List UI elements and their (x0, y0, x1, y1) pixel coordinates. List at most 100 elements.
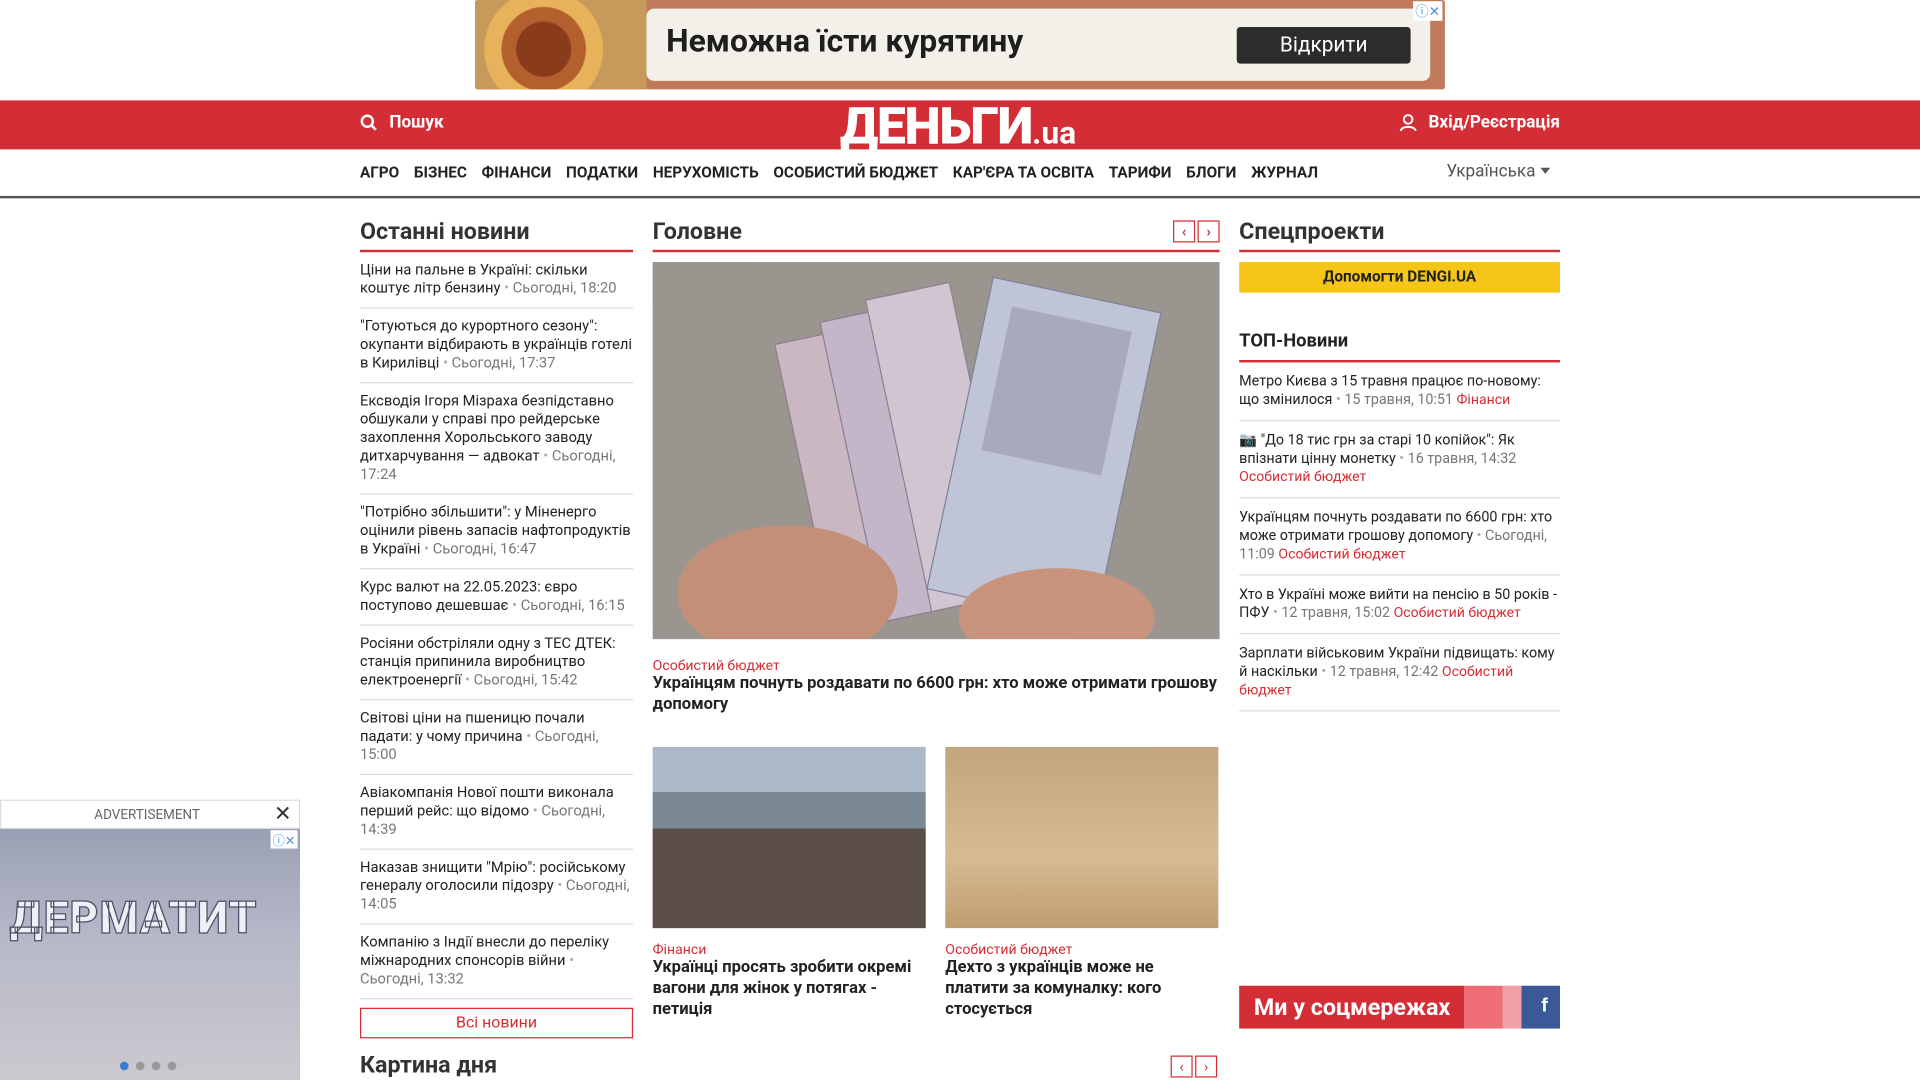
top-news-category[interactable]: Особистий бюджет (1239, 468, 1366, 485)
logo-suffix: .ua (1032, 115, 1077, 152)
news-item[interactable]: Наказав знищити "Мрію": російському гене… (360, 850, 634, 925)
news-card-headline[interactable]: Українці просять зробити окремі вагони д… (653, 958, 926, 1020)
hero-category[interactable]: Особистий бюджет (653, 656, 1220, 673)
top-news-time: 12 травня, 15:02 (1273, 604, 1390, 621)
language-select[interactable]: Українська (1446, 162, 1550, 182)
news-card-category[interactable]: Фінанси (653, 940, 926, 957)
news-time: Сьогодні, 15:42 (465, 671, 577, 688)
news-card[interactable]: Фінанси Українці просять зробити окремі … (652, 746, 926, 1020)
ad-title: Неможна їсти курятину (666, 23, 1024, 61)
news-time: Сьогодні, 17:37 (443, 354, 555, 371)
top-news-title: ТОП-Новини (1239, 329, 1561, 363)
main-news-header: Головне ‹ › (652, 216, 1220, 253)
logo-main: ДЕНЬГИ (840, 96, 1033, 157)
top-banner-ad[interactable]: Неможна їсти курятину Відкрити ⓘ✕ (475, 0, 1445, 90)
nav-item-business[interactable]: БІЗНЕС (414, 164, 467, 182)
search-button[interactable]: Пошук (360, 112, 444, 133)
top-news-time: 16 травня, 14:32 (1399, 449, 1516, 466)
user-icon (1399, 113, 1416, 131)
top-news-item[interactable]: Зарплати військовим України підвищать: к… (1239, 634, 1561, 712)
ad-food-image (475, 0, 647, 90)
nav-item-journal[interactable]: ЖУРНАЛ (1251, 164, 1318, 182)
facebook-icon[interactable]: f (1541, 996, 1548, 1018)
ad-body[interactable]: ⓘ✕ ДЕРМАТИТ (0, 828, 301, 1080)
ad-label: ADVERTISEMENT (94, 806, 201, 823)
top-news-time: 15 травня, 10:51 (1336, 391, 1453, 408)
camera-icon: 📷 (1239, 431, 1258, 449)
top-news-time: 12 травня, 12:42 (1321, 662, 1438, 679)
news-time: Сьогодні, 16:47 (424, 540, 536, 557)
main-nav: АГРО БІЗНЕС ФІНАНСИ ПОДАТКИ НЕРУХОМІСТЬ … (0, 149, 1920, 199)
chevron-left-icon[interactable]: ‹ (1173, 220, 1196, 243)
news-item[interactable]: Світові ціни на пшеницю почали падати: у… (360, 700, 634, 776)
hero-headline[interactable]: Українцям почнуть роздавати по 6600 грн:… (653, 673, 1220, 715)
ad-info-icon[interactable]: ⓘ✕ (270, 830, 298, 849)
banknotes-illustration (652, 262, 1220, 640)
right-column: Спецпроекти Допомогти DENGI.UA ТОП-Новин… (1239, 217, 1561, 712)
special-projects-title: Спецпроекти (1239, 217, 1561, 253)
main-news-title: Головне (652, 216, 742, 245)
ad-word: ДЕРМАТИТ (9, 892, 258, 945)
social-banner[interactable]: Ми у соцмережах f (1239, 985, 1561, 1029)
main-carousel-arrows: ‹ › (1173, 220, 1220, 243)
news-item[interactable]: Курс валют на 22.05.2023: євро поступово… (360, 569, 634, 626)
beach-photo[interactable] (945, 746, 1219, 929)
nav-item-agro[interactable]: АГРО (360, 164, 399, 182)
picture-carousel-arrows: ‹ › (1170, 1055, 1218, 1078)
ad-close-icon[interactable]: ⓘ✕ (1412, 1, 1443, 21)
news-item[interactable]: "Потрібно збільшити": у Міненерго оцінил… (360, 495, 634, 570)
carousel-dot[interactable] (167, 1061, 177, 1071)
social-label: Ми у соцмережах (1253, 993, 1451, 1022)
chevron-right-icon[interactable]: › (1197, 220, 1220, 243)
close-icon[interactable]: ✕ (274, 802, 291, 826)
ad-card: Неможна їсти курятину Відкрити (646, 8, 1431, 81)
nav-item-tariffs[interactable]: ТАРИФИ (1109, 164, 1172, 182)
picture-of-day-title: Картина дня (360, 1050, 498, 1079)
news-item[interactable]: Ціни на пальне в Україні: скільки коштує… (360, 252, 634, 309)
news-item[interactable]: "Готуються до курортного сезону": окупан… (360, 309, 634, 384)
hero-image[interactable] (652, 262, 1220, 640)
side-ad[interactable]: ADVERTISEMENT ✕ ⓘ✕ ДЕРМАТИТ (0, 799, 301, 1080)
search-label: Пошук (389, 112, 444, 133)
top-news-category[interactable]: Особистий бюджет (1394, 604, 1521, 621)
news-card-category[interactable]: Особистий бюджет (945, 940, 1218, 957)
top-news-item[interactable]: 📷 "До 18 тис грн за старі 10 копійок": Я… (1239, 421, 1561, 499)
news-card-headline[interactable]: Дехто з українців може не платити за ком… (945, 958, 1218, 1020)
login-button[interactable]: Вхід/Реєстрація (1399, 112, 1561, 133)
carousel-dot[interactable] (151, 1061, 161, 1071)
news-time: Сьогодні, 16:15 (512, 596, 624, 613)
help-dengi-button[interactable]: Допомогти DENGI.UA (1239, 262, 1561, 293)
nav-item-blogs[interactable]: БЛОГИ (1186, 164, 1236, 182)
news-item[interactable]: Авіакомпанія Нової пошти виконала перший… (360, 775, 634, 850)
site-header: Пошук ДЕНЬГИ.ua Вхід/Реєстрація (0, 100, 1920, 154)
carousel-dot[interactable] (135, 1061, 145, 1071)
latest-news-title: Останні новини (360, 217, 634, 253)
search-icon (360, 114, 377, 131)
news-item[interactable]: Ексводія Ігоря Мізраха безпідставно обшу… (360, 383, 634, 495)
nav-list: АГРО БІЗНЕС ФІНАНСИ ПОДАТКИ НЕРУХОМІСТЬ … (360, 164, 1318, 182)
login-label: Вхід/Реєстрація (1428, 112, 1561, 133)
news-item[interactable]: Компанію з Індії внесли до переліку міжн… (360, 924, 634, 1000)
top-news-item[interactable]: Українцям почнуть роздавати по 6600 грн:… (1239, 498, 1561, 576)
chevron-right-icon[interactable]: › (1195, 1055, 1218, 1078)
nav-item-personal-budget[interactable]: ОСОБИСТИЙ БЮДЖЕТ (773, 164, 938, 182)
top-news-category[interactable]: Особистий бюджет (1278, 545, 1405, 562)
ad-label-bar: ADVERTISEMENT ✕ (0, 799, 301, 829)
train-photo[interactable] (652, 746, 926, 929)
all-news-button[interactable]: Всі новини (360, 1007, 634, 1039)
nav-item-career[interactable]: КАР'ЄРА ТА ОСВІТА (953, 164, 1094, 182)
nav-item-finance[interactable]: ФІНАНСИ (482, 164, 552, 182)
secondary-news: Фінанси Українці просять зробити окремі … (652, 746, 1220, 1020)
top-news-category[interactable]: Фінанси (1457, 391, 1511, 408)
top-news-item[interactable]: Метро Києва з 15 травня працює по-новому… (1239, 362, 1561, 422)
nav-item-taxes[interactable]: ПОДАТКИ (566, 164, 638, 182)
news-card[interactable]: Особистий бюджет Дехто з українців може … (945, 746, 1219, 1020)
main-news-column: Головне ‹ › Особистий бюджет Українцям п… (652, 216, 1220, 1020)
news-item[interactable]: Росіяни обстріляли одну з ТЕС ДТЕК: стан… (360, 626, 634, 701)
carousel-dot[interactable] (120, 1061, 129, 1071)
nav-item-realty[interactable]: НЕРУХОМІСТЬ (653, 164, 759, 182)
chevron-left-icon[interactable]: ‹ (1170, 1055, 1193, 1078)
ad-carousel-dots[interactable] (120, 1061, 177, 1071)
ad-open-button[interactable]: Відкрити (1236, 26, 1411, 64)
top-news-item[interactable]: Хто в Україні може вийти на пенсію в 50 … (1239, 576, 1561, 635)
